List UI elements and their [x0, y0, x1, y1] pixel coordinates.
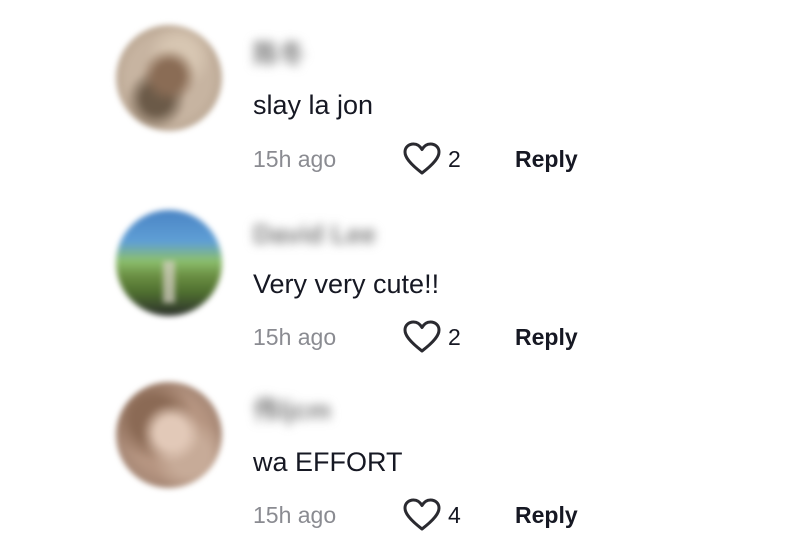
comment-meta: 15h ago 4 Reply — [253, 498, 773, 532]
like-count: 4 — [448, 502, 461, 528]
reply-button[interactable]: Reply — [515, 320, 578, 354]
comment-timestamp: 15h ago — [253, 324, 337, 350]
avatar[interactable] — [116, 382, 222, 488]
comment-username[interactable]: 伟ljcm — [253, 394, 331, 426]
comment-meta: 15h ago 2 Reply — [253, 320, 773, 354]
comment-username[interactable]: David Lee — [253, 218, 376, 250]
like-count: 2 — [448, 324, 461, 350]
comment-item: 伟ljcm wa EFFORT 15h ago 4 Reply — [0, 0, 812, 531]
heart-icon[interactable] — [403, 320, 441, 354]
avatar[interactable] — [116, 210, 222, 316]
comment-timestamp: 15h ago — [253, 502, 337, 528]
heart-icon[interactable] — [403, 498, 441, 532]
reply-button[interactable]: Reply — [515, 498, 578, 532]
comment-text: wa EFFORT — [253, 447, 403, 477]
comment-text: Very very cute!! — [253, 269, 440, 299]
